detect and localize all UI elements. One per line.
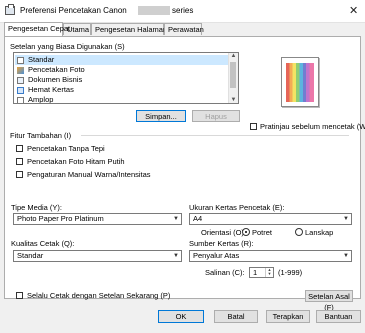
manual-color-label: Pengaturan Manual Warna/Intensitas	[27, 170, 151, 179]
list-item-label: Dokumen Bisnis	[28, 75, 83, 84]
group-divider	[81, 135, 349, 136]
media-type-label: Tipe Media (Y):	[11, 203, 62, 212]
scroll-down-icon[interactable]: ▼	[229, 97, 238, 103]
paper-size-value: A4	[193, 214, 203, 223]
tab-maintenance[interactable]: Perawatan	[164, 23, 204, 35]
common-settings-list[interactable]: Standar Pencetakan Foto Dokumen Bisnis H…	[13, 52, 239, 104]
list-item-paper-saving[interactable]: Hemat Kertas	[17, 85, 74, 95]
list-item-photo-printing[interactable]: Pencetakan Foto	[17, 65, 85, 75]
ok-button[interactable]: OK	[158, 310, 204, 323]
document-icon	[17, 56, 24, 64]
landscape-label: Lanskap	[305, 228, 334, 237]
chevron-down-icon: ▼	[173, 253, 179, 259]
close-icon[interactable]: ✕	[349, 4, 358, 17]
paper-source-label: Sumber Kertas (R):	[189, 239, 254, 248]
landscape-radio[interactable]	[295, 228, 303, 236]
portrait-radio[interactable]	[242, 228, 250, 236]
save-button[interactable]: Simpan...	[136, 110, 186, 122]
borderless-checkbox[interactable]	[16, 145, 23, 152]
preview-checkbox-label: Pratinjau sebelum mencetak (W)	[260, 122, 365, 131]
cancel-button[interactable]: Batal	[214, 310, 258, 323]
list-scrollbar[interactable]: ▲ ▼	[228, 53, 238, 103]
chevron-down-icon: ▼	[343, 216, 349, 222]
list-item-standard[interactable]: Standar	[15, 55, 229, 65]
media-type-value: Photo Paper Pro Platinum	[17, 214, 104, 223]
redacted-model-name	[138, 6, 170, 15]
grayscale-photo-checkbox[interactable]	[16, 158, 23, 165]
quick-setup-panel: Setelan yang Biasa Digunakan (S) Standar…	[4, 36, 365, 312]
paper-source-value: Penyalur Atas	[193, 251, 240, 260]
chevron-down-icon: ▼	[173, 216, 179, 222]
copies-spinner[interactable]: 1 ▲ ▼	[249, 267, 274, 278]
help-button[interactable]: Bantuan	[316, 310, 361, 323]
title-bar: Preferensi Pencetakan Canon series ✕	[0, 0, 365, 23]
list-item-label: Hemat Kertas	[28, 85, 74, 94]
window-title-suffix: series	[172, 6, 194, 15]
apply-button[interactable]: Terapkan	[266, 310, 310, 323]
print-quality-select[interactable]: Standar ▼	[13, 250, 182, 262]
print-quality-value: Standar	[17, 251, 44, 260]
preview-checkbox[interactable]	[250, 123, 257, 130]
copies-range: (1-999)	[278, 268, 303, 277]
print-quality-label: Kualitas Cetak (Q):	[11, 239, 75, 248]
tab-quick-setup[interactable]: Pengesetan Cepat	[4, 22, 70, 36]
portrait-label: Potret	[252, 228, 273, 237]
copies-label: Salinan (C):	[205, 268, 245, 277]
list-item-business-document[interactable]: Dokumen Bisnis	[17, 75, 82, 85]
paper-preview	[281, 57, 319, 107]
preview-image	[286, 63, 314, 102]
always-print-label: Selalu Cetak dengan Setelan Sekarang (P)	[27, 291, 171, 300]
delete-button[interactable]: Hapus	[192, 110, 240, 122]
defaults-button[interactable]: Setelan Asal (F)	[305, 290, 353, 312]
scroll-up-icon[interactable]: ▲	[229, 53, 238, 59]
envelope-icon	[17, 96, 24, 103]
paper-size-label: Ukuran Kertas Pencetak (E):	[189, 203, 285, 212]
media-type-select[interactable]: Photo Paper Pro Platinum ▼	[13, 213, 182, 225]
manual-color-checkbox[interactable]	[16, 171, 23, 178]
list-item-envelope[interactable]: Amplop	[17, 95, 54, 104]
window-title: Preferensi Pencetakan Canon	[20, 6, 127, 15]
orientation-label: Orientasi (O)	[201, 228, 244, 237]
paper-source-select[interactable]: Penyalur Atas ▼	[189, 250, 352, 262]
spinner-arrows-icon[interactable]: ▲ ▼	[265, 268, 273, 277]
additional-features-label: Fitur Tambahan (I)	[10, 131, 72, 140]
common-settings-label: Setelan yang Biasa Digunakan (S)	[10, 42, 125, 51]
always-print-checkbox[interactable]	[16, 292, 23, 299]
borderless-label: Pencetakan Tanpa Tepi	[27, 144, 105, 153]
list-item-label: Amplop	[28, 95, 54, 104]
paper-size-select[interactable]: A4 ▼	[189, 213, 352, 225]
grayscale-photo-label: Pencetakan Foto Hitam Putih	[27, 157, 125, 166]
tab-page-setup[interactable]: Pengesetan Halaman	[91, 23, 167, 35]
printer-icon	[5, 4, 15, 15]
copies-value: 1	[253, 268, 258, 277]
scroll-thumb[interactable]	[230, 62, 236, 88]
chevron-down-icon: ▼	[343, 253, 349, 259]
list-item-label: Standar	[28, 55, 55, 64]
business-document-icon	[17, 76, 24, 84]
list-item-label: Pencetakan Foto	[28, 65, 85, 74]
photo-icon	[17, 66, 24, 74]
paper-saving-icon	[17, 86, 24, 94]
